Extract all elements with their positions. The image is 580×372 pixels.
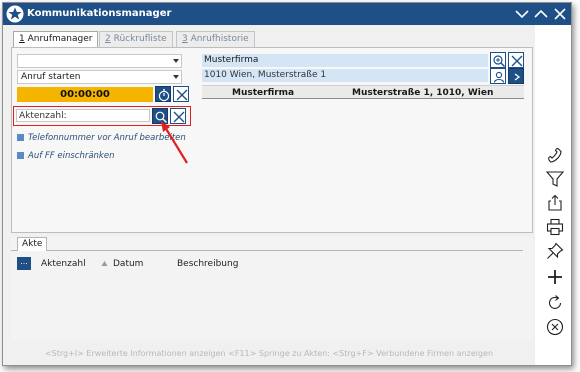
checkbox-ff-restrict[interactable]: Auf FF einschränken: [17, 151, 114, 161]
dropdown-arrow-icon: [173, 75, 179, 79]
contact-combo[interactable]: [17, 54, 182, 68]
kommunikationsmanager-window: Kommunikationsmanager 1 Anrufmanager 2 R…: [2, 2, 572, 366]
person-icon: [493, 71, 505, 83]
annotation-arrow: [161, 121, 188, 164]
column-header-address: Musterstraße 1, 1010, Wien: [352, 88, 494, 98]
divider: [11, 250, 523, 251]
star-app-icon: [6, 5, 24, 23]
tab-anrufmanager[interactable]: 1 Anrufmanager: [13, 31, 99, 48]
column-header-beschreibung[interactable]: Beschreibung: [177, 259, 238, 269]
share-icon[interactable]: [545, 193, 565, 213]
close-icon: [176, 89, 188, 101]
company-clear-button[interactable]: [508, 52, 524, 68]
window-title: Kommunikationsmanager: [27, 8, 172, 19]
company-search-button[interactable]: [490, 52, 506, 68]
column-header-name: Musterfirma: [232, 88, 295, 98]
column-header-datum[interactable]: Datum: [113, 259, 143, 269]
tab-anrufhistorie[interactable]: 3 Anrufhistorie: [176, 31, 255, 47]
akte-section: Akte ... Aktenzahl Datum Beschreibung: [11, 237, 533, 341]
pin-icon[interactable]: [545, 241, 565, 261]
company-name-field: Musterfirma: [202, 54, 488, 67]
action-combo[interactable]: Anruf starten: [17, 70, 182, 84]
contact-person-button[interactable]: [490, 68, 506, 84]
right-toolbar: [535, 25, 571, 365]
company-table-header: Musterfirma Musterstraße 1, 1010, Wien: [202, 85, 524, 99]
timer-cancel-button[interactable]: [173, 86, 189, 102]
chevron-up-icon[interactable]: [532, 5, 550, 23]
company-table-body: [202, 100, 524, 230]
cancel-icon[interactable]: [545, 317, 565, 337]
tab-rueckrufliste[interactable]: 2 Rückrufliste: [99, 31, 173, 47]
keyboard-shortcut-hint: <Strg+I> Erweiterte Informationen anzeig…: [44, 349, 494, 358]
checkbox-icon: [17, 134, 24, 141]
chevron-right-icon: [514, 73, 521, 81]
refresh-icon[interactable]: [545, 293, 565, 313]
title-bar: Kommunikationsmanager: [3, 3, 571, 25]
company-address-field: 1010 Wien, Musterstraße 1: [202, 69, 488, 82]
tab-akte[interactable]: Akte: [17, 237, 48, 251]
print-icon[interactable]: [545, 217, 565, 237]
close-icon: [511, 55, 523, 67]
aktenzahl-label: Aktenzahl:: [19, 111, 67, 121]
column-header-aktenzahl[interactable]: Aktenzahl: [41, 259, 86, 269]
company-next-button[interactable]: [508, 68, 524, 84]
dropdown-arrow-icon: [173, 59, 179, 63]
zoom-in-icon: [493, 55, 505, 67]
more-button[interactable]: ...: [17, 257, 31, 270]
call-timer: 00:00:00: [17, 87, 153, 102]
stopwatch-icon: [158, 89, 170, 102]
filter-icon[interactable]: [545, 169, 565, 189]
aktenzahl-input[interactable]: Aktenzahl:: [16, 109, 150, 122]
sort-ascending-icon: [101, 261, 108, 266]
plus-icon[interactable]: [545, 267, 565, 287]
anrufmanager-panel: Anruf starten 00:00:00 Aktenzahl: Telefo…: [11, 47, 533, 233]
checkbox-icon: [17, 152, 24, 159]
timer-button[interactable]: [155, 86, 171, 102]
phone-icon[interactable]: [545, 145, 565, 165]
chevron-down-icon[interactable]: [513, 5, 531, 23]
close-window-icon[interactable]: [551, 5, 569, 23]
